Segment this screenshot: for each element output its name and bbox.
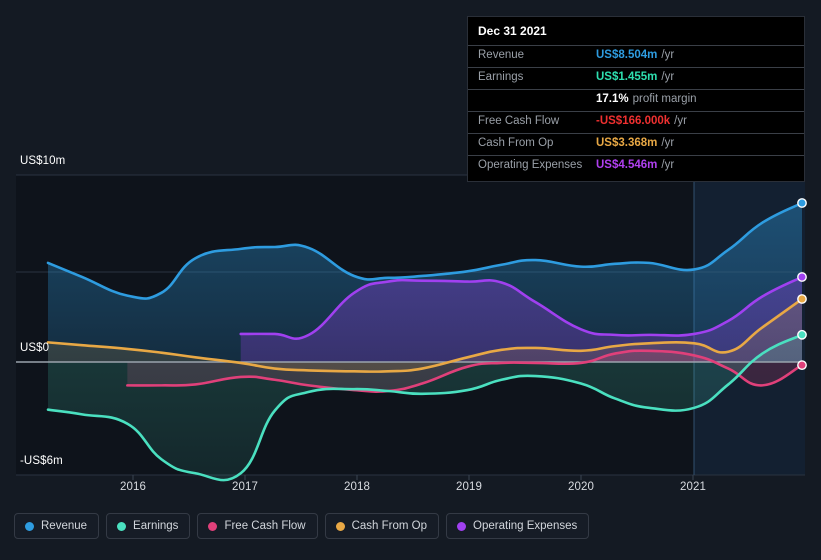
endpoint-marker-operating-expenses [797,272,807,282]
tooltip-row-unit: /yr [661,49,675,61]
financial-chart-page: US$10m US$0 -US$6m 2016 2017 2018 2019 2020 202… [0,0,821,560]
legend-item-operating-expenses[interactable]: Operating Expenses [446,513,590,539]
legend-dot-icon [25,521,34,531]
tooltip-row-operating-expenses: Operating Expenses US$4.546m/yr [468,155,804,177]
tooltip-row-profit-margin: 17.1% profit margin [468,89,804,111]
legend-item-label: Cash From Op [351,520,428,532]
endpoint-marker-cash-from-op [797,294,807,304]
tooltip-row-free-cash-flow: Free Cash Flow -US$166.000k/yr [468,111,804,133]
tooltip-row-label: Cash From Op [478,137,554,149]
endpoint-marker-free-cash-flow [797,360,807,371]
x-axis-tick: 2017 [232,481,258,493]
tooltip-row-label: Earnings [478,71,524,83]
y-axis-tick: -US$6m [20,455,63,467]
endpoint-marker-revenue [797,198,807,208]
legend-item-free-cash-flow[interactable]: Free Cash Flow [197,513,318,539]
tooltip-row-value: US$1.455m [596,71,658,83]
legend-item-cash-from-op[interactable]: Cash From Op [324,513,440,539]
tooltip-row-earnings: Earnings US$1.455m/yr [468,67,804,89]
y-axis-tick: US$0 [20,342,50,354]
legend-dot-icon [208,521,218,531]
chart-legend[interactable]: Revenue Earnings Free Cash Flow Cash From O… [14,513,590,539]
legend-item-label: Free Cash Flow [224,520,306,532]
tooltip-row-value: US$3.368m [596,137,658,149]
legend-dot-icon [457,521,467,531]
x-axis-tick: 2021 [680,481,706,493]
tooltip-row-label: Free Cash Flow [478,115,560,127]
legend-item-revenue[interactable]: Revenue [14,513,100,539]
tooltip-row-label: Revenue [478,49,525,61]
tooltip-row-cash-from-op: Cash From Op US$3.368m/yr [468,133,804,155]
x-axis-tick: 2018 [344,481,370,493]
legend-item-label: Earnings [133,520,179,532]
legend-dot-icon [335,521,345,531]
tooltip-row-label: Operating Expenses [478,159,583,171]
tooltip-row-value: US$4.546m [596,159,658,171]
x-axis-tick: 2016 [120,481,146,493]
tooltip-row-value: 17.1% [596,93,629,105]
legend-item-earnings[interactable]: Earnings [106,513,191,539]
tooltip-rows: Revenue US$8.504m/yr Earnings US$1.455m/yr 1… [468,45,804,177]
tooltip-row-unit: profit margin [632,93,697,105]
tooltip-row-value: -US$166.000k [596,115,671,127]
legend-dot-icon [117,521,127,531]
tooltip-row-unit: /yr [674,115,687,127]
y-axis-tick: US$10m [20,155,66,167]
tooltip-row-revenue: Revenue US$8.504m/yr [468,45,804,67]
x-axis-tick: 2020 [568,481,594,493]
tooltip-date: Dec 31 2021 [478,24,547,38]
tooltip-row-unit: /yr [661,137,675,149]
endpoint-marker-earnings [797,329,807,340]
tooltip-row-unit: /yr [661,159,675,171]
legend-item-label: Revenue [41,520,88,532]
tooltip-row-value: US$8.504m [596,49,658,61]
chart-tooltip: Dec 31 2021 Revenue US$8.504m/yr Earnings U… [467,16,805,182]
x-axis-tick: 2019 [456,481,482,493]
legend-item-label: Operating Expenses [473,520,578,532]
tooltip-row-unit: /yr [661,71,675,83]
